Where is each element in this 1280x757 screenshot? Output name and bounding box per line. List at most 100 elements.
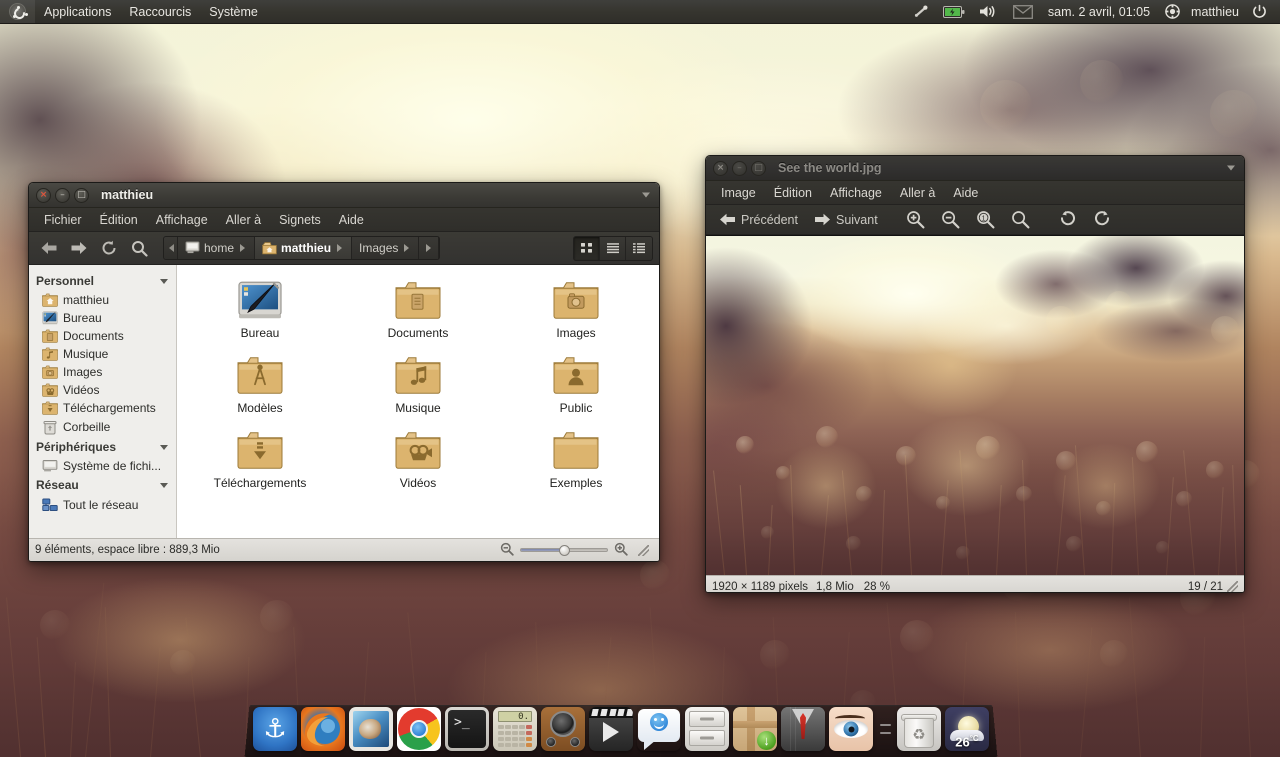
image-viewer-menubar[interactable]: Image Édition Affichage Aller à Aide xyxy=(706,181,1244,205)
file-manager-window[interactable]: × – □ matthieu Fichier Édition Affichage… xyxy=(28,182,660,562)
chevron-down-icon[interactable] xyxy=(160,482,168,488)
thunderbird-icon[interactable] xyxy=(349,707,393,751)
sidebar-item-images[interactable]: Images xyxy=(29,363,176,381)
file-item[interactable]: Exemples xyxy=(497,427,655,502)
firefox-icon[interactable] xyxy=(301,707,345,751)
top-panel[interactable]: Applications Raccourcis Système sam. 2 a… xyxy=(0,0,1280,24)
menu-aller-a[interactable]: Aller à xyxy=(217,211,270,229)
zoom-out-icon[interactable] xyxy=(500,542,514,559)
sidebar-item-t-l-chargements[interactable]: Téléchargements xyxy=(29,399,176,417)
image-viewer-titlebar[interactable]: × – □ See the world.jpg xyxy=(706,156,1244,181)
file-manager-sidebar[interactable]: Personnel matthieu Bureau Documents Musique I… xyxy=(29,265,177,538)
user-session-icon[interactable] xyxy=(1158,0,1187,23)
view-mode-buttons[interactable] xyxy=(573,235,653,261)
file-item[interactable]: Bureau xyxy=(181,277,339,352)
sidebar-item-musique[interactable]: Musique xyxy=(29,345,176,363)
maximize-button[interactable]: □ xyxy=(751,160,766,176)
file-item[interactable]: Modèles xyxy=(181,352,339,427)
file-manager-menubar[interactable]: Fichier Édition Affichage Aller à Signet… xyxy=(29,208,659,232)
search-icon[interactable] xyxy=(125,236,153,261)
sidebar-group-personnel[interactable]: Personnel xyxy=(29,271,176,291)
file-manager-icon-view[interactable]: Bureau Documents Images Modèles Musique Publi… xyxy=(177,265,659,538)
maximize-button[interactable]: □ xyxy=(74,187,89,203)
sound-icon[interactable] xyxy=(541,707,585,751)
window-menu-arrow-icon[interactable] xyxy=(1227,165,1235,171)
video-player-icon[interactable] xyxy=(589,707,633,751)
menu-systeme[interactable]: Système xyxy=(200,0,267,23)
image-viewer-toolbar[interactable]: Précédent Suivant 1 xyxy=(706,205,1244,235)
compact-view-button[interactable] xyxy=(626,236,652,260)
normal-size-button[interactable]: 1 xyxy=(969,207,1002,232)
weather-icon[interactable]: 26°C xyxy=(945,707,989,751)
file-item[interactable]: Documents xyxy=(339,277,497,352)
menu-signets[interactable]: Signets xyxy=(270,211,330,229)
menu-raccourcis[interactable]: Raccourcis xyxy=(120,0,200,23)
forward-icon[interactable] xyxy=(65,236,93,261)
eye-of-gnome-icon[interactable] xyxy=(829,707,873,751)
menu-aide[interactable]: Aide xyxy=(330,211,373,229)
dock[interactable]: ⚓ >_ 0. ↓ ♻ 26°C xyxy=(244,693,998,757)
applications-menu-logo[interactable] xyxy=(0,0,35,23)
file-item[interactable]: Téléchargements xyxy=(181,427,339,502)
suit-icon[interactable] xyxy=(781,707,825,751)
close-button[interactable]: × xyxy=(36,187,51,203)
file-item[interactable]: Musique xyxy=(339,352,497,427)
zoom-slider-handle[interactable] xyxy=(558,545,570,556)
resize-grip[interactable] xyxy=(638,544,649,556)
icon-view-button[interactable] xyxy=(574,236,600,260)
image-canvas[interactable] xyxy=(706,235,1244,575)
terminal-icon[interactable]: >_ xyxy=(445,707,489,751)
battery-icon[interactable] xyxy=(936,0,972,23)
menu-affichage[interactable]: Affichage xyxy=(821,184,891,202)
zoom-slider[interactable] xyxy=(520,545,608,556)
sidebar-item-corbeille[interactable]: Corbeille xyxy=(29,417,176,437)
zoom-in-icon[interactable] xyxy=(614,542,628,559)
breadcrumb-item-home[interactable]: home xyxy=(178,237,256,259)
calculator-icon[interactable]: 0. xyxy=(493,707,537,751)
zoom-out-button[interactable] xyxy=(934,207,967,232)
sidebar-group-réseau[interactable]: Réseau xyxy=(29,475,176,495)
menu-fichier[interactable]: Fichier xyxy=(35,211,91,229)
breadcrumb-scroll-right[interactable] xyxy=(419,237,440,259)
breadcrumb-item-images[interactable]: Images xyxy=(352,237,420,259)
breadcrumb-item-matthieu[interactable]: matthieu xyxy=(255,237,353,259)
zoom-in-button[interactable] xyxy=(899,207,932,232)
breadcrumb[interactable]: home matthieu Images xyxy=(163,236,441,260)
desktop[interactable]: Applications Raccourcis Système sam. 2 a… xyxy=(0,0,1280,757)
sidebar-item-documents[interactable]: Documents xyxy=(29,327,176,345)
volume-icon[interactable] xyxy=(972,0,1006,23)
zoom-control[interactable] xyxy=(500,542,653,559)
power-icon[interactable] xyxy=(1245,0,1274,23)
file-item[interactable]: Images xyxy=(497,277,655,352)
file-item[interactable]: Vidéos xyxy=(339,427,497,502)
chevron-down-icon[interactable] xyxy=(160,444,168,450)
breadcrumb-scroll-left[interactable] xyxy=(164,237,178,259)
rotate-right-button[interactable] xyxy=(1086,207,1119,232)
chat-icon[interactable] xyxy=(637,707,681,751)
trash-icon[interactable]: ♻ xyxy=(897,707,941,751)
chrome-icon[interactable] xyxy=(397,707,441,751)
clock[interactable]: sam. 2 avril, 01:05 xyxy=(1040,5,1158,19)
sidebar-item-syst-me-de-fichi[interactable]: Système de fichi... xyxy=(29,457,176,475)
menu-aller-a[interactable]: Aller à xyxy=(891,184,944,202)
list-view-button[interactable] xyxy=(600,236,626,260)
sidebar-item-matthieu[interactable]: matthieu xyxy=(29,291,176,309)
mail-indicator-icon[interactable] xyxy=(1006,0,1040,23)
sidebar-item-vid-os[interactable]: Vidéos xyxy=(29,381,176,399)
menu-edition[interactable]: Édition xyxy=(765,184,821,202)
bluetooth-icon[interactable] xyxy=(906,0,936,23)
file-item[interactable]: Public xyxy=(497,352,655,427)
image-viewer-window[interactable]: × – □ See the world.jpg Image Édition Af… xyxy=(705,155,1245,593)
file-cabinet-icon[interactable] xyxy=(685,707,729,751)
menu-applications[interactable]: Applications xyxy=(35,0,120,23)
best-fit-button[interactable] xyxy=(1004,207,1037,232)
back-icon[interactable] xyxy=(35,236,63,261)
window-menu-arrow-icon[interactable] xyxy=(642,192,650,198)
file-manager-toolbar[interactable]: home matthieu Images xyxy=(29,232,659,265)
minimize-button[interactable]: – xyxy=(55,187,70,203)
minimize-button[interactable]: – xyxy=(732,160,747,176)
menu-affichage[interactable]: Affichage xyxy=(147,211,217,229)
panel-username[interactable]: matthieu xyxy=(1187,5,1245,19)
menu-edition[interactable]: Édition xyxy=(91,211,147,229)
menu-image[interactable]: Image xyxy=(712,184,765,202)
